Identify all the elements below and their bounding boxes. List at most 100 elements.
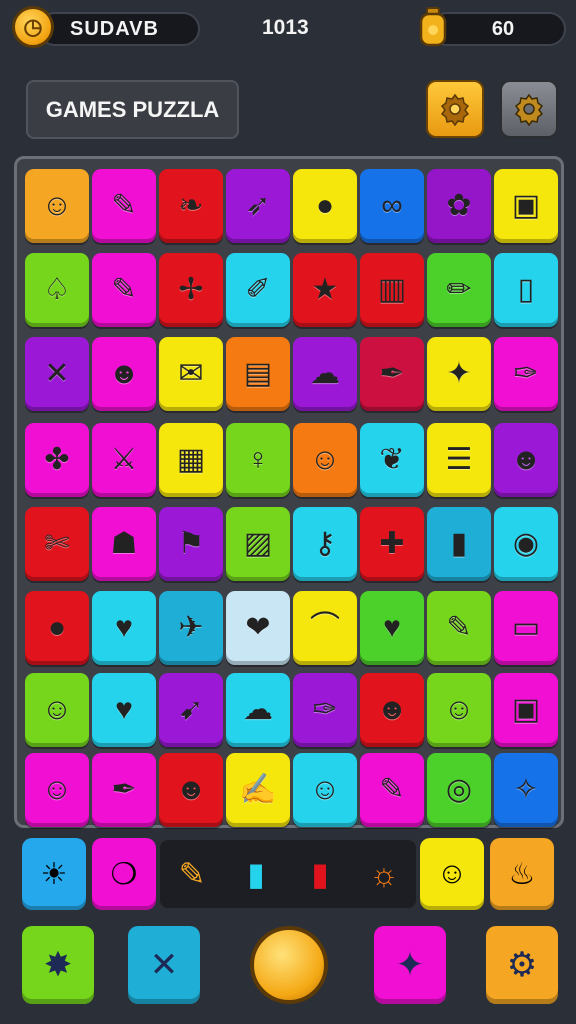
tile-r1-c7[interactable]: ✿ (427, 169, 491, 243)
tile-r4-c6[interactable]: ❦ (360, 423, 424, 497)
tile-r2-c5[interactable]: ★ (293, 253, 357, 327)
tile-r6-c3[interactable]: ✈ (159, 591, 223, 665)
phone-icon: ▯ (517, 273, 535, 306)
tile-r7-c1[interactable]: ☺ (25, 673, 89, 747)
tile-r6-c8[interactable]: ▭ (494, 591, 558, 665)
heart-icon: ♥ (115, 611, 133, 644)
tile-r5-c7[interactable]: ▮ (427, 507, 491, 581)
tile-r3-c7[interactable]: ✦ (427, 337, 491, 411)
tile-r2-c6[interactable]: ▥ (360, 253, 424, 327)
tile-r7-c7[interactable]: ☺ (427, 673, 491, 747)
tile-r8-c8[interactable]: ✧ (494, 753, 558, 827)
tile-r5-c3[interactable]: ⚑ (159, 507, 223, 581)
tile-r4-c8[interactable]: ☻ (494, 423, 558, 497)
syringe-icon: ✑ (513, 357, 539, 390)
spinner-button[interactable]: ✸ (22, 926, 94, 1004)
tile-r1-c6[interactable]: ∞ (360, 169, 424, 243)
tray-slot-3[interactable]: ▮ (288, 840, 352, 908)
tile-r4-c2[interactable]: ⚔ (92, 423, 156, 497)
tile-r6-c4[interactable]: ❤ (226, 591, 290, 665)
tile-r5-c8[interactable]: ◉ (494, 507, 558, 581)
tile-r3-c2[interactable]: ☻ (92, 337, 156, 411)
tile-r2-c1[interactable]: ♤ (25, 253, 89, 327)
tile-r2-c8[interactable]: ▯ (494, 253, 558, 327)
tray-slot-2[interactable]: ▮ (224, 840, 288, 908)
tile-r1-c4[interactable]: ➶ (226, 169, 290, 243)
bee-icon: ✧ (513, 773, 539, 806)
crayon-icon: ✎ (178, 856, 206, 892)
tile-r3-c1[interactable]: ✕ (25, 337, 89, 411)
settings-button-gold[interactable] (426, 80, 484, 138)
tray-tile-3[interactable]: ☺ (420, 838, 484, 910)
tile-r3-c3[interactable]: ✉ (159, 337, 223, 411)
tile-r8-c1[interactable]: ☺ (25, 753, 89, 827)
tile-r3-c6[interactable]: ✒ (360, 337, 424, 411)
tile-r1-c1[interactable]: ☺ (25, 169, 89, 243)
cat-icon: ☻ (108, 357, 140, 390)
tile-r4-c5[interactable]: ☺ (293, 423, 357, 497)
tile-r5-c4[interactable]: ▨ (226, 507, 290, 581)
tile-r6-c6[interactable]: ♥ (360, 591, 424, 665)
gear-button[interactable]: ⚙ (486, 926, 558, 1004)
tiger-icon: ☻ (175, 773, 207, 806)
tile-r8-c3[interactable]: ☻ (159, 753, 223, 827)
tray-tile-1[interactable]: ☀ (22, 838, 86, 910)
tile-r1-c2[interactable]: ✎ (92, 169, 156, 243)
tile-r1-c5[interactable]: ● (293, 169, 357, 243)
tray-slot-1[interactable]: ✎ (160, 840, 224, 908)
tile-r2-c2[interactable]: ✎ (92, 253, 156, 327)
scissors-icon: ✄ (44, 527, 70, 560)
tile-r5-c5[interactable]: ⚷ (293, 507, 357, 581)
tile-r8-c4[interactable]: ✍ (226, 753, 290, 827)
tile-r7-c4[interactable]: ☁ (226, 673, 290, 747)
person-icon: ☺ (41, 693, 73, 726)
tile-r8-c2[interactable]: ✒ (92, 753, 156, 827)
tray-tile-2[interactable]: ❍ (92, 838, 156, 910)
tile-r3-c8[interactable]: ✑ (494, 337, 558, 411)
coins-pill: 60 (430, 12, 566, 46)
sun-icon: ☀ (40, 857, 68, 891)
settings-button-gray[interactable] (500, 80, 558, 138)
tile-r7-c3[interactable]: ➹ (159, 673, 223, 747)
tile-r7-c2[interactable]: ♥ (92, 673, 156, 747)
register-icon: ☰ (445, 443, 473, 476)
tile-r6-c2[interactable]: ♥ (92, 591, 156, 665)
tile-r4-c3[interactable]: ▦ (159, 423, 223, 497)
tile-r7-c6[interactable]: ☻ (360, 673, 424, 747)
bottle-red-icon: ▮ (311, 856, 329, 892)
quill-icon: ✒ (111, 773, 137, 806)
tile-r4-c4[interactable]: ♀ (226, 423, 290, 497)
tile-r6-c7[interactable]: ✎ (427, 591, 491, 665)
face-icon: ☺ (41, 189, 73, 222)
tile-r8-c5[interactable]: ☺ (293, 753, 357, 827)
tile-r4-c7[interactable]: ☰ (427, 423, 491, 497)
tray-tile-4[interactable]: ♨ (490, 838, 554, 910)
pen-icon: ✐ (245, 273, 271, 306)
tile-r7-c8[interactable]: ▣ (494, 673, 558, 747)
hammer-tool-button[interactable]: ✦ (374, 926, 446, 1004)
big-coin-button[interactable] (250, 926, 328, 1004)
tile-r2-c7[interactable]: ✏ (427, 253, 491, 327)
tile-r1-c8[interactable]: ▣ (494, 169, 558, 243)
tile-r1-c3[interactable]: ❧ (159, 169, 223, 243)
disc-icon: ◉ (512, 527, 540, 560)
shuffle-button[interactable]: ✕ (128, 926, 200, 1004)
tile-r5-c2[interactable]: ☗ (92, 507, 156, 581)
tile-r7-c5[interactable]: ✑ (293, 673, 357, 747)
tile-r8-c7[interactable]: ◎ (427, 753, 491, 827)
tile-r2-c4[interactable]: ✐ (226, 253, 290, 327)
tile-r4-c1[interactable]: ✤ (25, 423, 89, 497)
tile-r8-c6[interactable]: ✎ (360, 753, 424, 827)
tile-r5-c1[interactable]: ✄ (25, 507, 89, 581)
page-title-text: GAMES PUZZLA (45, 96, 220, 122)
tile-r3-c4[interactable]: ▤ (226, 337, 290, 411)
monster-icon: ☻ (376, 693, 408, 726)
tile-r6-c5[interactable]: ⌒ (293, 591, 357, 665)
plane-icon: ✈ (178, 611, 204, 644)
tile-r6-c1[interactable]: ● (25, 591, 89, 665)
shield-icon: ♤ (43, 273, 71, 306)
tray-slot-4[interactable]: ☼ (352, 840, 416, 908)
tile-r2-c3[interactable]: ✢ (159, 253, 223, 327)
tile-r5-c6[interactable]: ✚ (360, 507, 424, 581)
tile-r3-c5[interactable]: ☁ (293, 337, 357, 411)
